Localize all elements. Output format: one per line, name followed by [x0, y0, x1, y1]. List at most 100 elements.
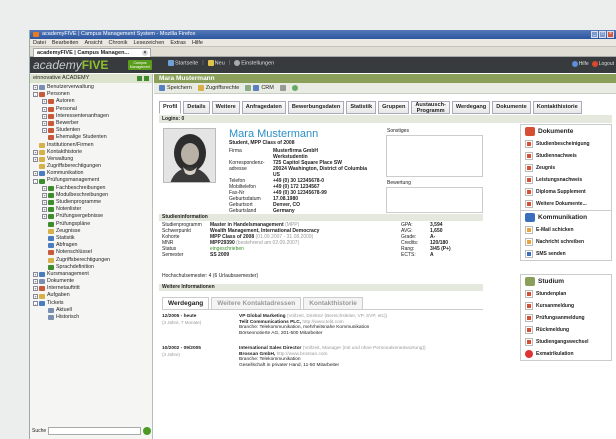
browser-menu-item[interactable]: Chronik — [109, 39, 128, 46]
tree-toggle-icon[interactable]: + — [42, 192, 47, 198]
browser-menu-item[interactable]: Datei — [33, 39, 46, 46]
record-tab[interactable]: Weitere — [211, 101, 240, 114]
info-subtab[interactable]: Weitere Kontaktadressen — [211, 297, 302, 309]
panel-action-link[interactable]: Weitere Dokumente... — [521, 198, 611, 210]
tree-node[interactable]: + Fachbeschreibungen — [30, 185, 152, 192]
tree-node[interactable]: + Kontakthistorie — [30, 149, 152, 156]
tree-toggle-icon[interactable]: + — [33, 171, 38, 177]
tree-node[interactable]: + Kursmanagement — [30, 271, 152, 278]
tree-toggle-icon[interactable]: + — [42, 106, 47, 112]
browser-menu-item[interactable]: Bearbeiten — [52, 39, 79, 46]
tree-node[interactable]: Zugriffsberechtigungen — [30, 257, 152, 264]
refresh-icon[interactable] — [144, 76, 149, 81]
new-link[interactable]: Neu — [207, 60, 225, 66]
tree-node[interactable]: Zugriffsberechtigungen — [30, 163, 152, 170]
record-tab[interactable]: Bewerbungsdaten — [287, 101, 345, 114]
company-link[interactable]: http://www.telit.com — [301, 320, 343, 325]
maximize-button[interactable]: □ — [599, 31, 606, 38]
tree-toggle-icon[interactable]: + — [33, 156, 38, 162]
panel-action-link[interactable]: Diploma Supplement — [521, 186, 611, 198]
refresh-record-button[interactable] — [291, 85, 298, 91]
panel-action-link[interactable]: E-Mail schicken — [521, 224, 611, 236]
panel-action-link[interactable]: Stundenplan — [521, 288, 611, 300]
tree-node[interactable]: + Prüfungsergebnisse — [30, 213, 152, 220]
tree-node[interactable]: + Benutzerverwaltung — [30, 84, 152, 91]
print-button[interactable] — [279, 85, 286, 91]
tree-node[interactable]: + Dokumente — [30, 278, 152, 285]
notes-box[interactable] — [386, 135, 483, 177]
record-tab[interactable]: Details — [183, 101, 210, 114]
tree-toggle-icon[interactable]: + — [33, 286, 38, 292]
browser-menu-item[interactable]: Lesezeichen — [133, 39, 164, 46]
expand-all-icon[interactable] — [137, 76, 142, 81]
tree-toggle-icon[interactable]: + — [42, 214, 47, 220]
tree-node[interactable]: Zeugnisse — [30, 228, 152, 235]
tree-node[interactable]: - Prüfungsmanagement — [30, 177, 152, 184]
tree-toggle-icon[interactable]: + — [33, 293, 38, 299]
tree-node[interactable]: Abfragen — [30, 242, 152, 249]
panel-action-link[interactable]: Kursanmeldung — [521, 300, 611, 312]
tree-node[interactable]: Sprachdefinition — [30, 264, 152, 271]
record-tab[interactable]: Austausch- Programm — [411, 101, 450, 114]
tree-node[interactable]: + Verwaltung — [30, 156, 152, 163]
tree-toggle-icon[interactable]: + — [33, 149, 38, 155]
academyfive-logo[interactable]: academyFIVE — [33, 59, 108, 71]
browser-menu-item[interactable]: Extras — [170, 39, 186, 46]
tree-toggle-icon[interactable]: + — [42, 200, 47, 206]
tree-toggle-icon[interactable]: + — [42, 207, 47, 213]
tree-node[interactable]: Notenschlüssel — [30, 249, 152, 256]
start-link[interactable]: Startseite — [168, 60, 198, 66]
tree-node[interactable]: Prüfungspläne — [30, 221, 152, 228]
tree-node[interactable]: + Studenten — [30, 127, 152, 134]
save-button[interactable]: Speichern — [159, 85, 192, 91]
record-tab[interactable]: Gruppen — [378, 101, 410, 114]
info-subtab[interactable]: Werdegang — [162, 297, 210, 309]
panel-action-link[interactable]: Zeugnis — [521, 162, 611, 174]
panel-action-link[interactable]: Rückmeldung — [521, 324, 611, 336]
browser-tab[interactable]: academyFIVE | Campus Managen... × — [33, 48, 151, 57]
company-link[interactable]: http://www.brossan.com — [275, 352, 328, 357]
tree-toggle-icon[interactable]: + — [42, 113, 47, 119]
tree-toggle-icon[interactable]: - — [33, 300, 38, 306]
minimize-button[interactable]: _ — [591, 31, 598, 38]
record-tab[interactable]: Werdegang — [451, 101, 491, 114]
tree-node[interactable]: + Interessentenanfragen — [30, 113, 152, 120]
tab-close-icon[interactable]: × — [142, 50, 148, 56]
record-tab[interactable]: Kontakthistorie — [532, 101, 582, 114]
panel-action-link[interactable]: Studiennachweis — [521, 150, 611, 162]
tree-toggle-icon[interactable]: + — [33, 85, 38, 91]
tree-toggle-icon[interactable]: + — [42, 99, 47, 105]
tree-node[interactable]: - Tickets — [30, 300, 152, 307]
tree-toggle-icon[interactable]: + — [33, 279, 38, 285]
access-rights-button[interactable]: Zugriffsrechte — [197, 85, 239, 91]
tree-node[interactable]: - Personen — [30, 91, 152, 98]
close-button[interactable]: × — [607, 31, 614, 38]
tree-node[interactable]: Institutionen/Firmen — [30, 142, 152, 149]
panel-action-link[interactable]: Studiengangswechsel — [521, 336, 611, 348]
help-link[interactable]: Hilfe — [571, 61, 589, 67]
tree-toggle-icon[interactable]: + — [42, 121, 47, 127]
panel-action-link[interactable]: Studienbescheinigung — [521, 138, 611, 150]
settings-link[interactable]: Einstellungen — [234, 60, 274, 66]
tree-node[interactable]: + Personal — [30, 106, 152, 113]
tree-node[interactable]: Ehemalige Studenten — [30, 134, 152, 141]
browser-menu-item[interactable]: Ansicht — [84, 39, 102, 46]
search-go-icon[interactable] — [143, 427, 151, 435]
panel-action-link[interactable]: Leistungsnachweis — [521, 174, 611, 186]
record-tab[interactable]: Dokumente — [492, 101, 531, 114]
tree-node[interactable]: Aktuell — [30, 307, 152, 314]
tree-node[interactable]: + Modulbeschreibungen — [30, 192, 152, 199]
tree-node[interactable]: Historisch — [30, 314, 152, 321]
tree-toggle-icon[interactable]: - — [33, 178, 38, 184]
panel-action-link[interactable]: Exmatrikulation — [521, 348, 611, 360]
tree-node[interactable]: + Notenlister — [30, 206, 152, 213]
tree-node[interactable]: + Autoren — [30, 98, 152, 105]
record-tab[interactable]: Statistik — [346, 101, 377, 114]
crm-button[interactable]: CRM — [245, 85, 274, 91]
search-input[interactable] — [48, 427, 142, 435]
logout-link[interactable]: Logout — [591, 61, 614, 67]
tree-node[interactable]: + Aufgaben — [30, 292, 152, 299]
tree-toggle-icon[interactable]: - — [33, 92, 38, 98]
record-tab[interactable]: Anfragedaten — [241, 101, 286, 114]
tree-node[interactable]: + Kommunikation — [30, 170, 152, 177]
